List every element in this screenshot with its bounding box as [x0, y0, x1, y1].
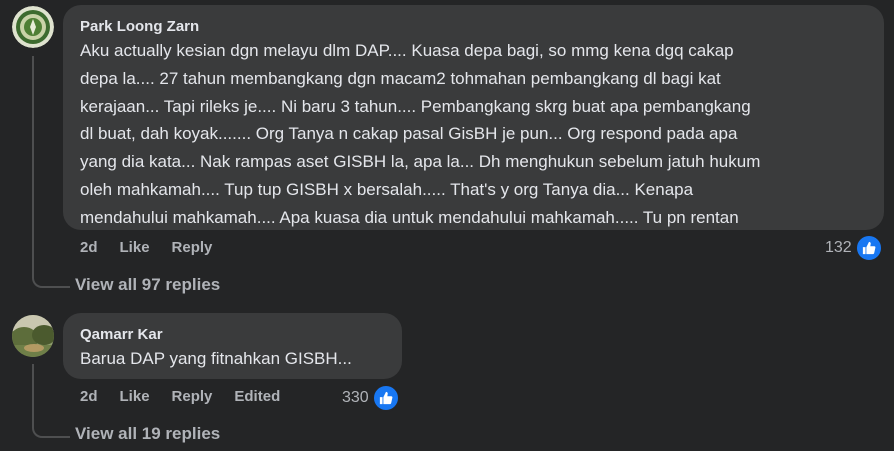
comment-bubble: Park Loong Zarn Aku actually kesian dgn … — [63, 5, 884, 230]
comment-timestamp[interactable]: 2d — [80, 239, 98, 256]
comment-thread: Park Loong Zarn Aku actually kesian dgn … — [0, 0, 894, 451]
reaction-count: 132 — [825, 239, 852, 256]
reaction-count: 330 — [342, 389, 369, 406]
thread-connector-line — [32, 364, 70, 438]
comment-actions: 2d Like Reply — [80, 239, 234, 256]
comment-actions: 2d Like Reply Edited — [80, 388, 302, 405]
landscape-photo-icon — [12, 315, 54, 357]
like-button[interactable]: Like — [120, 388, 150, 405]
like-reaction-icon — [371, 384, 400, 412]
organization-logo-icon — [12, 6, 54, 48]
thread-connector-line — [32, 56, 70, 288]
like-reaction-icon — [854, 234, 883, 262]
view-replies-link[interactable]: View all 97 replies — [75, 275, 220, 295]
reaction-summary[interactable]: 330 — [342, 384, 400, 412]
comment-author[interactable]: Park Loong Zarn — [80, 17, 868, 37]
avatar[interactable] — [12, 6, 54, 48]
comment-bubble: Qamarr Kar Barua DAP yang fitnahkan GISB… — [63, 313, 402, 379]
comment-author[interactable]: Qamarr Kar — [80, 325, 386, 345]
reaction-summary[interactable]: 132 — [825, 234, 883, 262]
view-replies-link[interactable]: View all 19 replies — [75, 424, 220, 444]
avatar[interactable] — [12, 315, 54, 357]
like-button[interactable]: Like — [120, 239, 150, 256]
edited-label: Edited — [234, 388, 281, 405]
comment-timestamp[interactable]: 2d — [80, 388, 98, 405]
reply-button[interactable]: Reply — [172, 388, 213, 405]
comment-text: Aku actually kesian dgn melayu dlm DAP..… — [80, 41, 761, 227]
comment-text: Barua DAP yang fitnahkan GISBH... — [80, 349, 352, 368]
reply-button[interactable]: Reply — [172, 239, 213, 256]
